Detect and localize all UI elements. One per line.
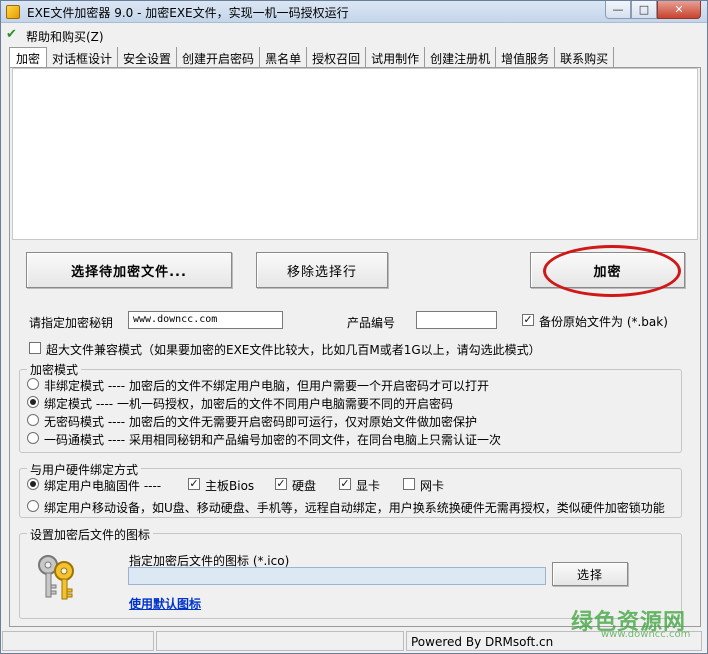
tab-contact[interactable]: 联系购买 (555, 47, 615, 67)
mainboard-label: 主板Bios (205, 479, 255, 493)
mode-unbound-radio[interactable] (27, 378, 39, 390)
status-segment-1 (2, 631, 154, 651)
close-button[interactable]: ✕ (657, 1, 701, 19)
menu-help[interactable]: 帮助和购买(Z) (26, 28, 104, 45)
highlight-oval (543, 245, 681, 297)
tab-create-password[interactable]: 创建开启密码 (177, 47, 261, 67)
mode-nopassword-radio[interactable] (27, 414, 39, 426)
minimize-button[interactable]: — (605, 1, 631, 19)
mode-unbound-label: 非绑定模式 ---- 加密后的文件不绑定用户电脑，但用户需要一个开启密码才可以打… (44, 379, 489, 393)
status-segment-2 (156, 631, 404, 651)
default-icon-link[interactable]: 使用默认图标 (129, 595, 201, 612)
maximize-button[interactable]: □ (631, 1, 657, 19)
browse-icon-button[interactable]: 选择 (552, 562, 628, 586)
large-file-label: 超大文件兼容模式（如果要加密的EXE文件比较大，比如几百M或者1G以上，请勾选此… (46, 343, 541, 357)
bind-mobile-radio[interactable] (27, 500, 39, 512)
tab-strip: 加密 对话框设计 安全设置 创建开启密码 黑名单 授权召回 试用制作 创建注册机… (9, 47, 615, 68)
gpu-label: 显卡 (356, 479, 381, 493)
mode-bound-radio[interactable] (27, 396, 39, 408)
secret-key-input[interactable]: www.downcc.com (128, 311, 283, 329)
tab-value-added[interactable]: 增值服务 (496, 47, 556, 67)
window-controls: — □ ✕ (605, 1, 701, 19)
encrypt-mode-title: 加密模式 (27, 361, 82, 378)
tab-encrypt[interactable]: 加密 (9, 47, 48, 68)
tab-keygen[interactable]: 创建注册机 (425, 47, 497, 67)
hardware-bind-title: 与用户硬件绑定方式 (27, 461, 142, 478)
main-window: EXE文件加密器 9.0 - 加密EXE文件，实现一机一码授权运行 — □ ✕ … (0, 0, 708, 654)
file-list[interactable] (12, 68, 698, 240)
tab-license-recall[interactable]: 授权召回 (307, 47, 367, 67)
nic-checkbox[interactable] (403, 478, 415, 490)
select-file-button[interactable]: 选择待加密文件... (26, 252, 232, 288)
secret-key-label: 请指定加密秘钥 (29, 316, 114, 330)
product-id-input[interactable] (416, 311, 497, 329)
disk-checkbox[interactable]: ✓ (275, 478, 287, 490)
bind-pc-radio[interactable] (27, 478, 39, 490)
app-lock-icon (6, 5, 20, 19)
tab-trial[interactable]: 试用制作 (366, 47, 426, 67)
tab-security[interactable]: 安全设置 (118, 47, 178, 67)
keys-icon (38, 555, 74, 600)
title-bar: EXE文件加密器 9.0 - 加密EXE文件，实现一机一码授权运行 — □ ✕ (1, 1, 707, 23)
backup-label: 备份原始文件为 (*.bak) (539, 315, 668, 329)
backup-checkbox[interactable]: ✓ (522, 314, 534, 326)
window-title: EXE文件加密器 9.0 - 加密EXE文件，实现一机一码授权运行 (27, 6, 349, 20)
remove-selected-button[interactable]: 移除选择行 (256, 252, 388, 288)
mode-onecode-label: 一码通模式 ---- 采用相同秘钥和产品编号加密的不同文件，在同台电脑上只需认证… (44, 433, 501, 447)
mode-onecode-radio[interactable] (27, 432, 39, 444)
nic-label: 网卡 (420, 479, 445, 493)
help-menu-icon: ✔ (6, 27, 17, 42)
bind-pc-label: 绑定用户电脑固件 ---- (44, 479, 162, 493)
large-file-checkbox[interactable] (29, 342, 41, 354)
mode-nopassword-label: 无密码模式 ---- 加密后的文件无需要开启密码即可运行，仅对原始文件做加密保护 (44, 415, 477, 429)
bind-mobile-label: 绑定用户移动设备，如U盘、移动硬盘、手机等，远程自动绑定，用户换系统换硬件无需再… (44, 501, 665, 515)
product-id-label: 产品编号 (347, 316, 396, 330)
mainboard-checkbox[interactable]: ✓ (188, 478, 200, 490)
mode-bound-label: 绑定模式 ---- 一机一码授权，加密后的文件不同用户电脑需要不同的开启密码 (44, 397, 453, 411)
watermark-url: www.downcc.com (601, 629, 691, 640)
icon-setting-title: 设置加密后文件的图标 (27, 526, 154, 543)
gpu-checkbox[interactable]: ✓ (339, 478, 351, 490)
tab-dialog-design[interactable]: 对话框设计 (47, 47, 119, 67)
disk-label: 硬盘 (292, 479, 317, 493)
tab-blacklist[interactable]: 黑名单 (260, 47, 308, 67)
icon-path-input[interactable] (128, 567, 546, 585)
menu-bar: ✔ 帮助和购买(Z) (2, 25, 706, 45)
